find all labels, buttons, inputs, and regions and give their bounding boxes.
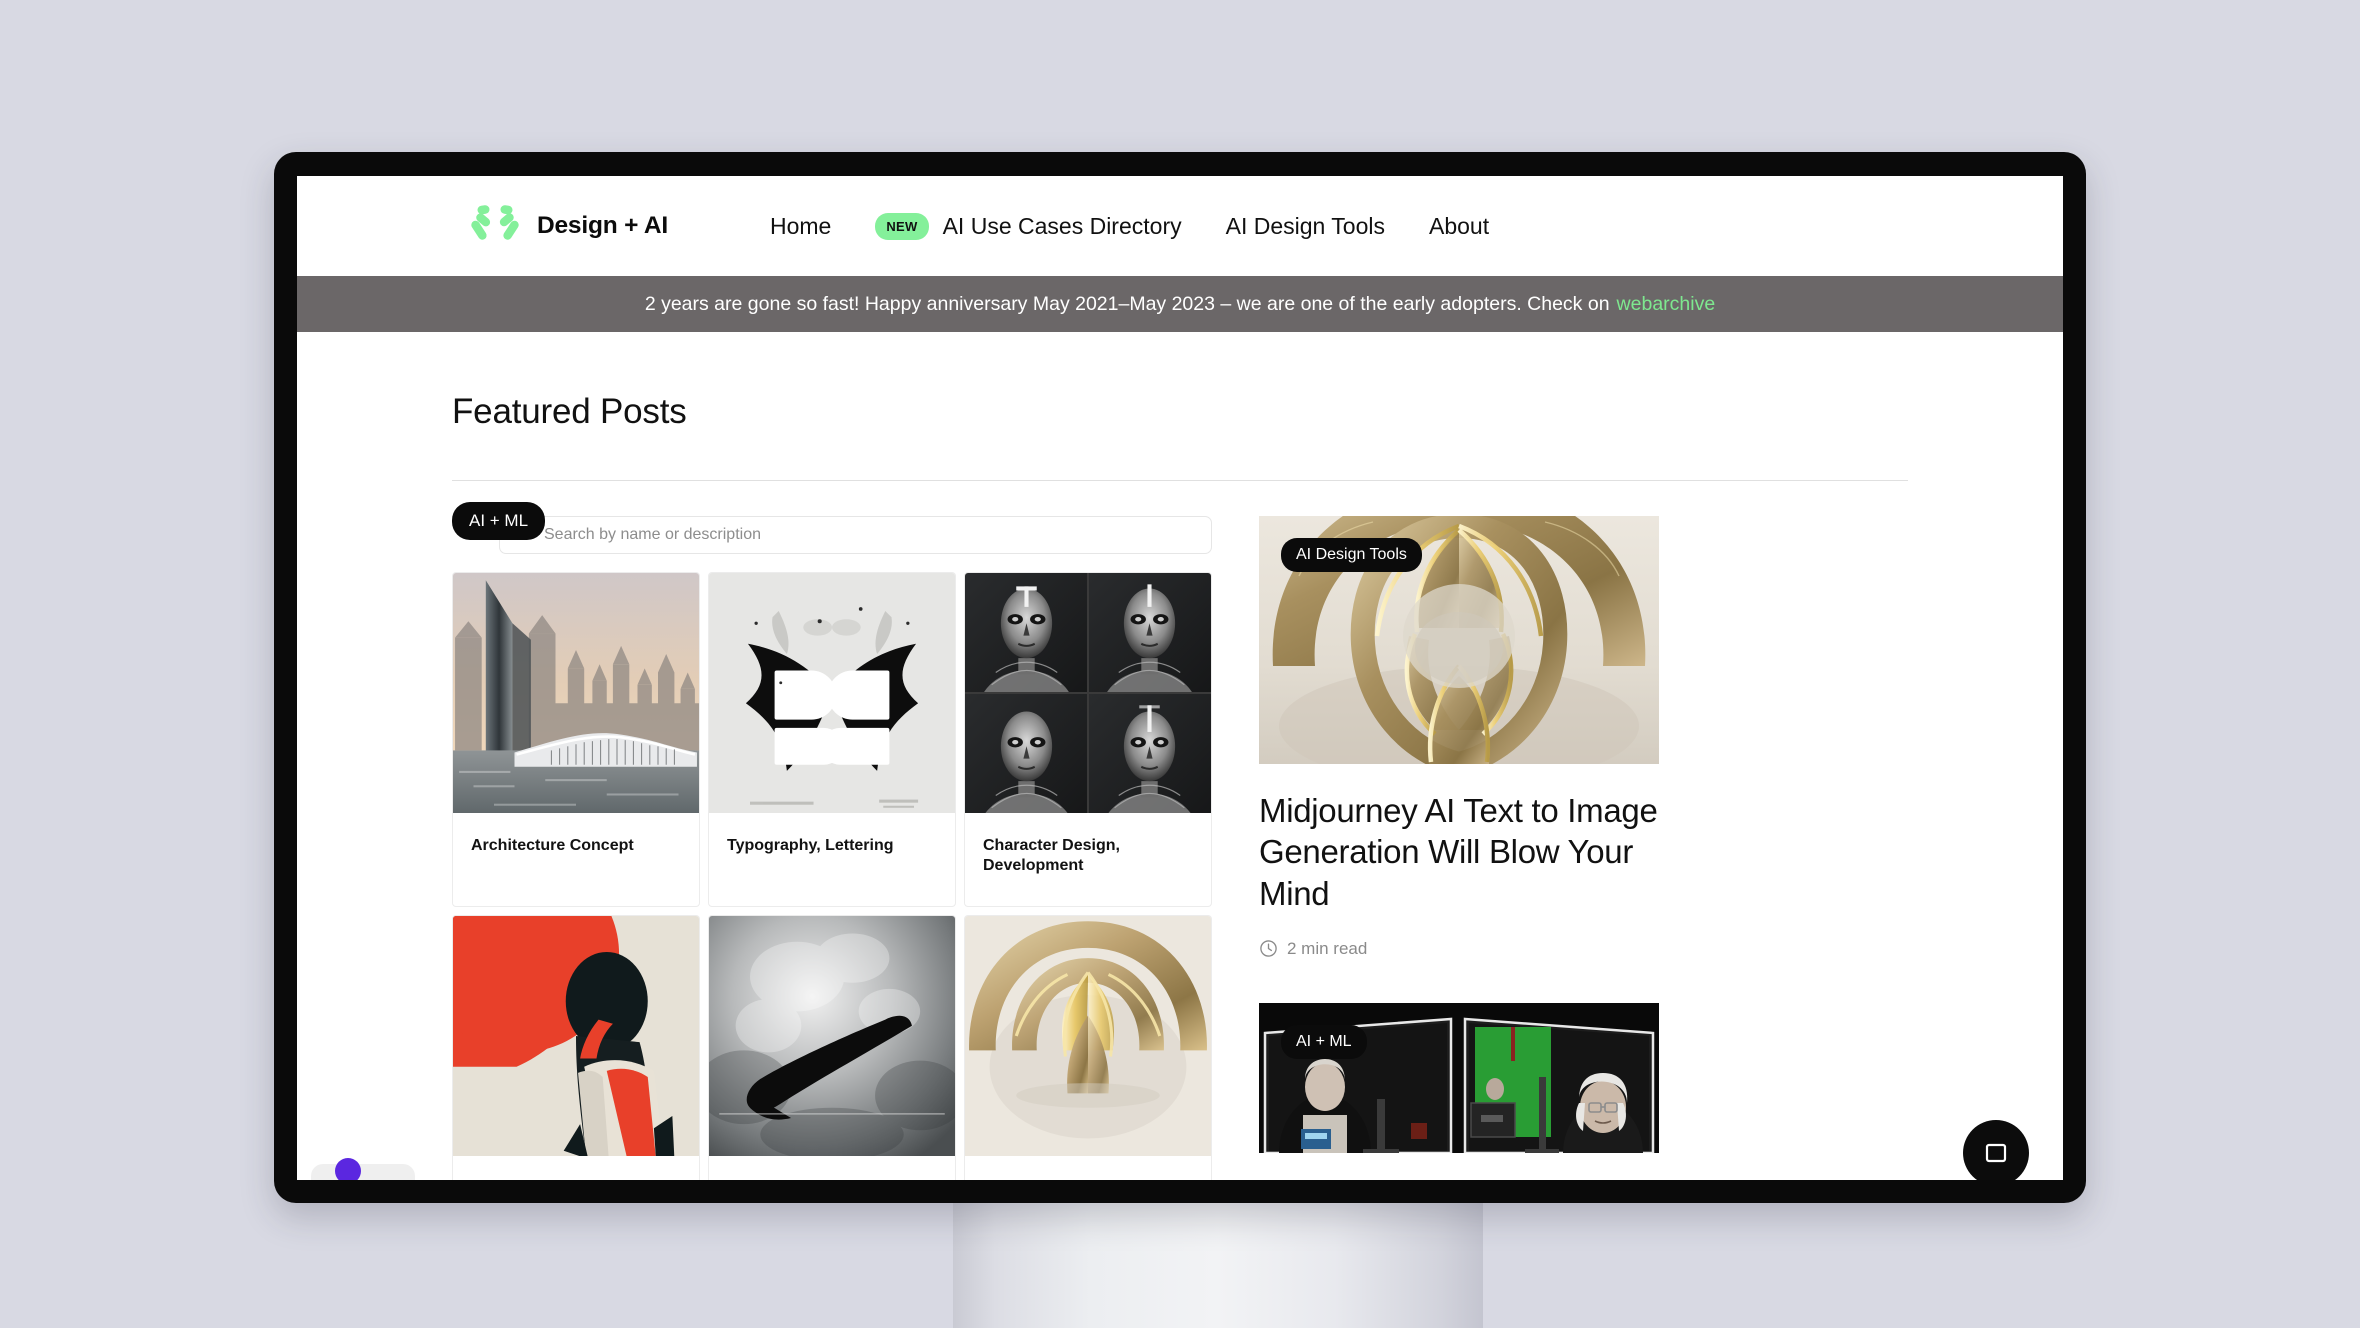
two-figures-logo-icon (471, 205, 519, 240)
chat-fab-button[interactable] (1963, 1120, 2029, 1180)
post-card[interactable] (452, 915, 700, 1180)
page-content: Featured Posts AI + ML (297, 332, 2063, 1180)
nav-item-about[interactable]: About (1407, 213, 1511, 240)
search-input[interactable] (499, 516, 1212, 554)
announcement-banner: 2 years are gone so fast! Happy annivers… (297, 276, 2063, 332)
new-badge: NEW (875, 212, 929, 240)
content-columns: AI + ML (452, 481, 1908, 1180)
typography-lettering-thumbnail (709, 573, 955, 813)
nav-item-ai-use-cases-directory[interactable]: NEW AI Use Cases Directory (853, 212, 1203, 240)
nav-item-ai-use-cases-directory-label: AI Use Cases Directory (942, 212, 1182, 239)
nav-item-home[interactable]: Home (748, 213, 853, 240)
clock-icon (1260, 940, 1277, 958)
brand-name: Design + AI (537, 212, 668, 239)
announcement-link-webarchive[interactable]: webarchive (1617, 293, 1716, 316)
announcement-text: 2 years are gone so fast! Happy annivers… (644, 292, 1610, 315)
read-time-label: 2 min read (1287, 938, 1368, 958)
search-row: AI + ML (452, 502, 1212, 562)
posts-column: AI + ML (452, 502, 1212, 1180)
post-caption: Character Design, Development (983, 837, 1120, 874)
nav-item-ai-design-tools[interactable]: AI Design Tools (1204, 213, 1407, 240)
tag-pill-ai-design-tools[interactable]: AI Design Tools (1281, 538, 1422, 572)
character-design-thumbnail (965, 573, 1211, 813)
feature-article-card[interactable]: AI Design Tools (1259, 482, 1659, 786)
chat-bookmark-icon (1985, 1143, 2007, 1163)
brand-logo[interactable]: Design + AI (467, 198, 668, 254)
post-caption: Typography, Lettering (727, 837, 894, 854)
post-card[interactable] (708, 915, 956, 1180)
feature-article-meta: 2 min read (1259, 939, 1659, 959)
second-feature-card[interactable]: AI + ML (1259, 1002, 1659, 1180)
cookie-consent-chip[interactable] (311, 1164, 415, 1180)
sidebar-featured-column: AI Design Tools Midjourney AI Text to Im… (1259, 482, 1659, 1180)
post-grid: Architecture Concept Typography, Letteri… (452, 572, 1212, 1180)
category-pill-ai-ml[interactable]: AI + ML (452, 502, 546, 540)
post-caption (453, 1156, 699, 1180)
gold-sculpture-thumbnail (965, 916, 1211, 1156)
browser-viewport: Design + AI Home NEW AI Use Cases Direct… (297, 176, 2063, 1180)
post-caption (709, 1156, 955, 1180)
post-card[interactable]: Character Design, Development (964, 572, 1212, 907)
architecture-concept-thumbnail (453, 573, 699, 813)
feature-article-title[interactable]: Midjourney AI Text to Image Generation W… (1259, 790, 1659, 914)
nike-swoosh-thumbnail (709, 916, 955, 1156)
tag-pill-ai-ml[interactable]: AI + ML (1281, 1024, 1367, 1059)
site-header: Design + AI Home NEW AI Use Cases Direct… (297, 176, 2063, 276)
post-caption (965, 1156, 1211, 1180)
cookie-consent-dot[interactable] (335, 1158, 361, 1180)
page-title: Featured Posts (452, 392, 687, 431)
post-card[interactable]: Typography, Lettering (708, 572, 956, 907)
post-caption: Architecture Concept (471, 837, 634, 854)
portrait-red-poster-thumbnail (453, 916, 699, 1156)
main-navigation: Home NEW AI Use Cases Directory AI Desig… (748, 212, 1511, 240)
post-card[interactable] (964, 915, 1212, 1180)
post-card[interactable]: Architecture Concept (452, 572, 700, 907)
